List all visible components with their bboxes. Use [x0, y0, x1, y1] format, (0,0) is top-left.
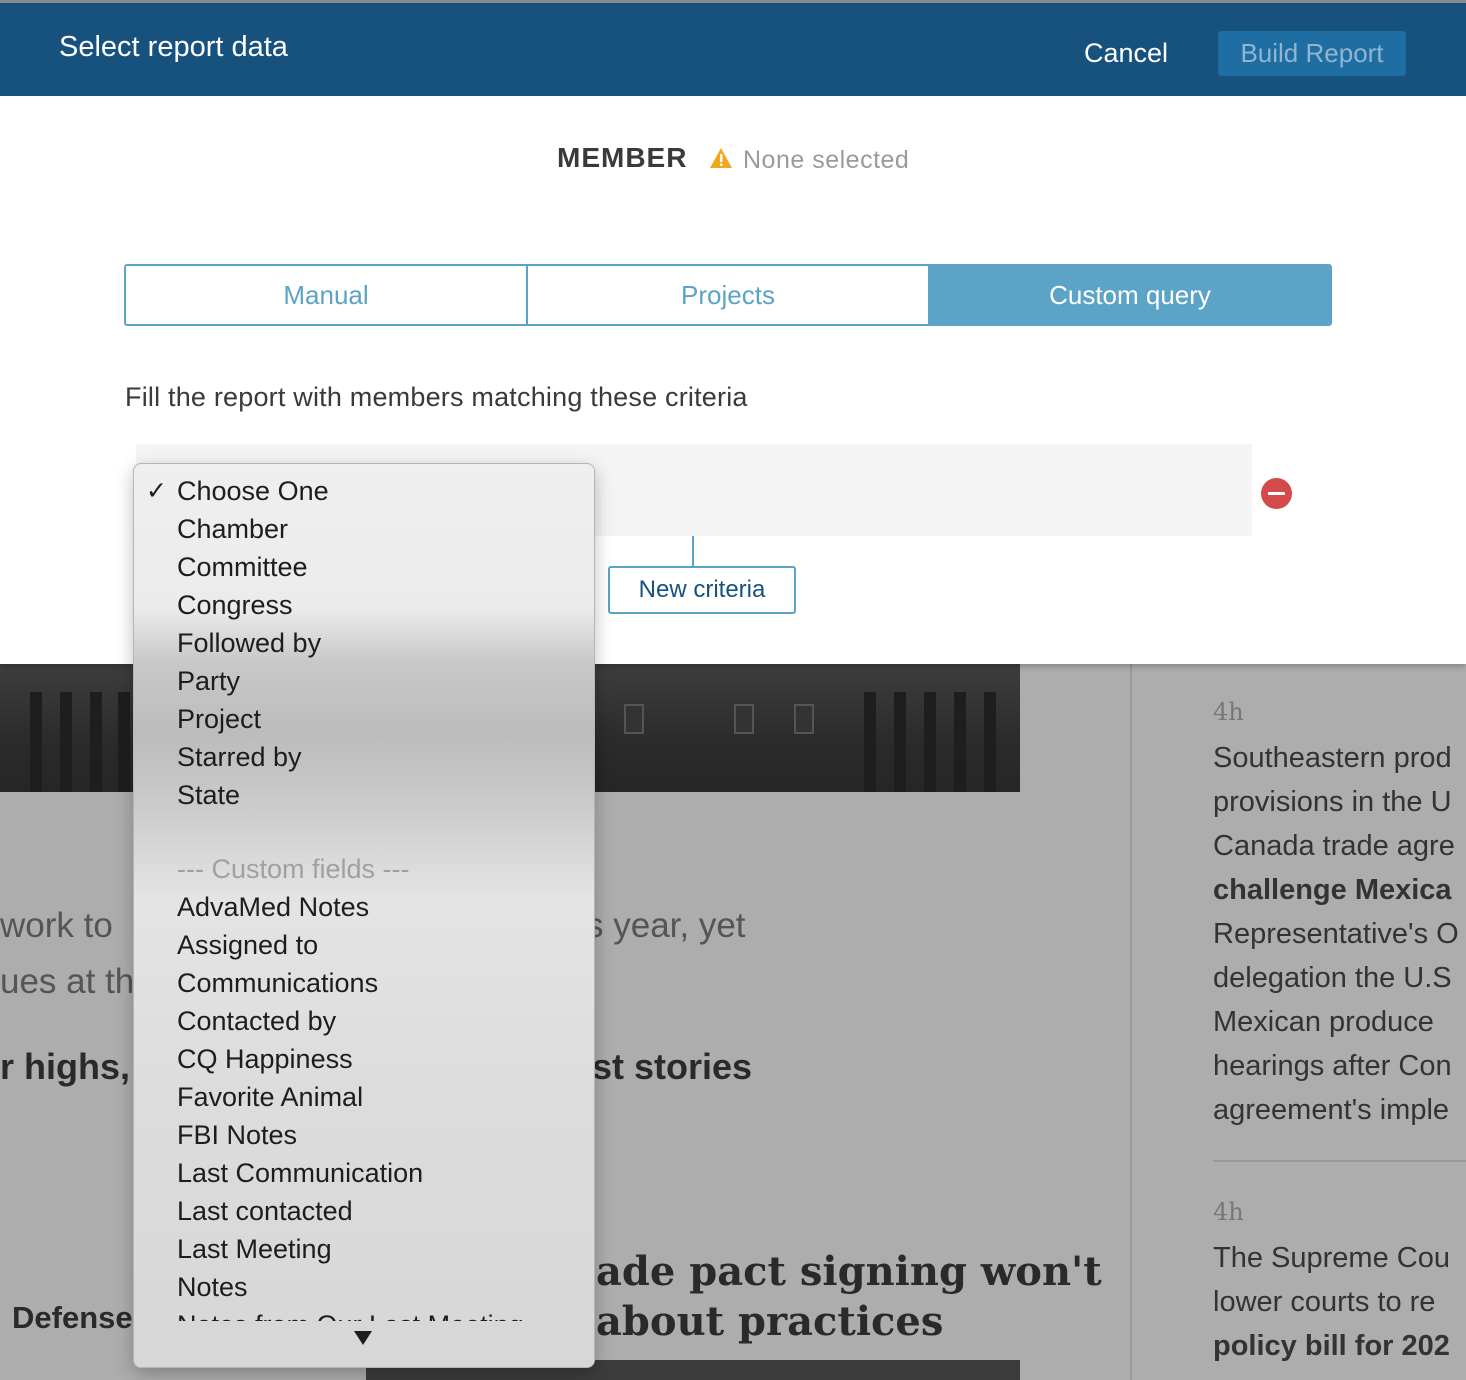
option-notes[interactable]: Notes [134, 1268, 594, 1306]
bg-snippet: st stories [592, 1046, 753, 1087]
option-contacted-by[interactable]: Contacted by [134, 1002, 594, 1040]
option-advamed-notes[interactable]: AdvaMed Notes [134, 888, 594, 926]
checkmark-icon: ✓ [146, 477, 167, 505]
option-last-meeting[interactable]: Last Meeting [134, 1230, 594, 1268]
story-divider [1213, 1160, 1466, 1162]
option-choose-one[interactable]: ✓ Choose One [134, 472, 594, 510]
option-fbi-notes[interactable]: FBI Notes [134, 1116, 594, 1154]
side-story: The Supreme Cou lower courts to re polic… [1213, 1242, 1450, 1362]
bg-snippet: r highs, l [0, 1046, 151, 1087]
criteria-field-dropdown[interactable]: ✓ Choose One Chamber Committee Congress F… [133, 463, 595, 1368]
dialog-title: Select report data [59, 31, 288, 63]
member-status-row: MEMBER None selected [0, 138, 1466, 182]
criteria-connector [692, 536, 694, 566]
option-favorite-animal[interactable]: Favorite Animal [134, 1078, 594, 1116]
tab-manual[interactable]: Manual [126, 266, 526, 324]
triangle-down-icon [354, 1331, 372, 1345]
build-report-button[interactable]: Build Report [1218, 31, 1406, 76]
bg-snippet: s year, yet [586, 906, 746, 945]
option-state[interactable]: State [134, 776, 594, 814]
side-story: Southeastern prod provisions in the U Ca… [1213, 742, 1459, 1126]
column-divider [1130, 664, 1132, 1380]
criteria-heading: Fill the report with members matching th… [125, 382, 748, 412]
custom-fields-separator: --- Custom fields --- [177, 854, 410, 884]
option-chamber[interactable]: Chamber [134, 510, 594, 548]
option-congress[interactable]: Congress [134, 586, 594, 624]
timestamp: 4h [1213, 698, 1244, 726]
option-communications[interactable]: Communications [134, 964, 594, 1002]
capitol-photo-right [594, 664, 1020, 792]
option-last-contacted[interactable]: Last contacted [134, 1192, 594, 1230]
option-spacer [134, 814, 594, 850]
option-committee[interactable]: Committee [134, 548, 594, 586]
member-label: MEMBER [557, 142, 688, 173]
tab-projects[interactable]: Projects [526, 266, 928, 324]
dialog-header: Select report data Cancel Build Report [0, 0, 1466, 96]
bg-snippet: Defense [12, 1300, 133, 1335]
bg-headline: ade pact signing won't [596, 1248, 1102, 1295]
cancel-button[interactable]: Cancel [1072, 30, 1180, 76]
option-cq-happiness[interactable]: CQ Happiness [134, 1040, 594, 1078]
warning-icon [710, 148, 732, 168]
tab-custom-query[interactable]: Custom query [928, 266, 1330, 324]
option-last-communication[interactable]: Last Communication [134, 1154, 594, 1192]
selection-mode-tabs: Manual Projects Custom query [124, 264, 1332, 326]
bg-snippet: work to [0, 906, 113, 945]
option-assigned-to[interactable]: Assigned to [134, 926, 594, 964]
option-project[interactable]: Project [134, 700, 594, 738]
scroll-down-arrow[interactable] [134, 1321, 594, 1367]
option-followed-by[interactable]: Followed by [134, 624, 594, 662]
new-criteria-button[interactable]: New criteria [608, 566, 796, 614]
bg-snippet: ues at th [0, 962, 135, 1001]
bg-headline: about practices [596, 1298, 944, 1345]
option-starred-by[interactable]: Starred by [134, 738, 594, 776]
remove-criteria-icon[interactable] [1261, 478, 1292, 509]
option-party[interactable]: Party [134, 662, 594, 700]
timestamp: 4h [1213, 1198, 1244, 1226]
member-status-text: None selected [743, 146, 910, 174]
capitol-photo-left [0, 664, 134, 792]
